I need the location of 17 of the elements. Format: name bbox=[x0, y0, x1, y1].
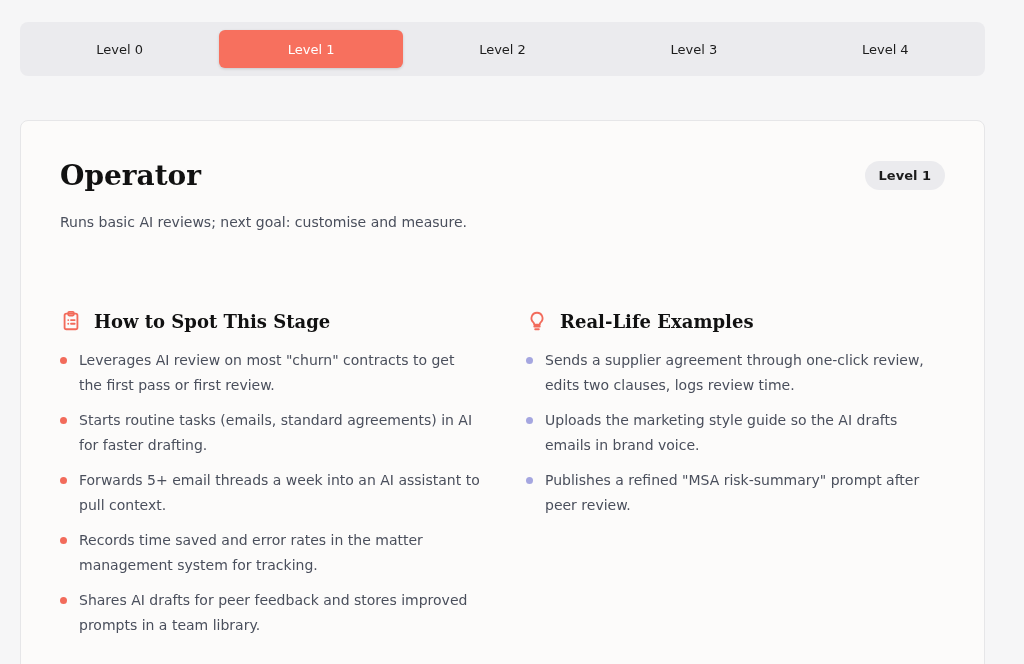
level-tab[interactable]: Level 0 bbox=[28, 30, 212, 68]
list-item-text: Publishes a refined "MSA risk-summary" prompt after peer review. bbox=[545, 471, 921, 515]
list-item-text: Uploads the marketing style guide so the AI drafts emails in brand voice. bbox=[545, 411, 899, 455]
list-item-text: Shares AI drafts for peer feedback and stores improved prompts in a team library. bbox=[79, 591, 469, 635]
list-item-text: Leverages AI review on most "churn" contracts to get the first pass or first review. bbox=[79, 351, 456, 395]
list-item-text: Starts routine tasks (emails, standard agreements) in AI for faster drafting. bbox=[79, 411, 474, 455]
list-item-text: Forwards 5+ email threads a week into an AI assistant to pull context. bbox=[79, 471, 480, 515]
level-tab[interactable]: Level 2 bbox=[410, 30, 595, 68]
level-tab[interactable]: Level 3 bbox=[602, 30, 786, 68]
section-heading: How to Spot This Stage bbox=[94, 310, 331, 332]
level-tab[interactable]: Level 4 bbox=[793, 30, 977, 68]
stage-title: Operator bbox=[60, 159, 202, 192]
list-item-text: Sends a supplier agreement through one-click review, edits two clauses, logs review time. bbox=[545, 351, 925, 395]
level-badge: Level 1 bbox=[864, 161, 945, 190]
list-item-text: Records time saved and error rates in the matter management system for tracking. bbox=[79, 531, 424, 575]
section-heading: Real-Life Examples bbox=[560, 310, 754, 332]
stage-description: Runs basic AI reviews; next goal: customise and measure. bbox=[60, 214, 468, 230]
